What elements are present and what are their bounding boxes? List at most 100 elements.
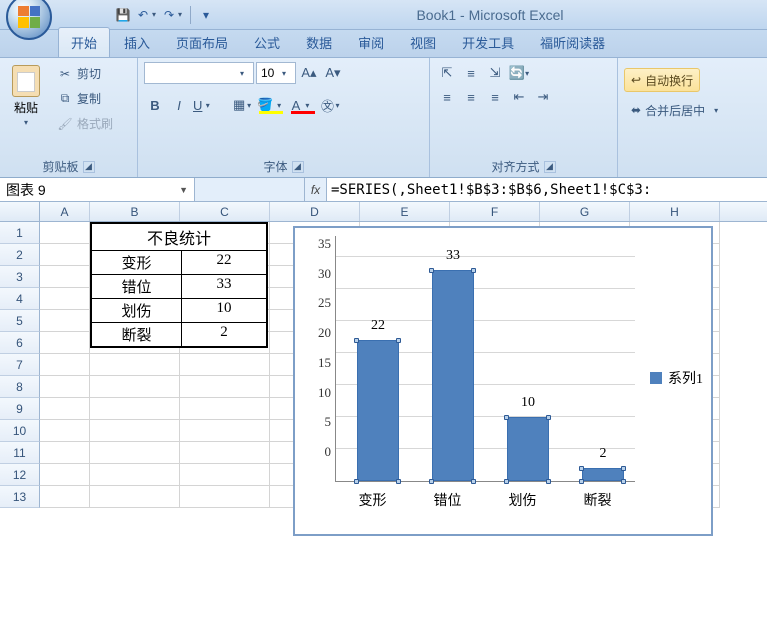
chevron-down-icon[interactable]: ▾ xyxy=(334,101,341,110)
chevron-down-icon[interactable]: ▾ xyxy=(709,106,723,115)
cell[interactable] xyxy=(40,486,90,508)
tab-pagelayout[interactable]: 页面布局 xyxy=(164,28,240,57)
cell[interactable] xyxy=(180,398,270,420)
italic-button[interactable]: I xyxy=(168,94,190,116)
chevron-down-icon[interactable]: ▾ xyxy=(148,10,160,19)
chart-bar[interactable] xyxy=(582,468,624,481)
cell[interactable] xyxy=(90,486,180,508)
row-header[interactable]: 4 xyxy=(0,288,40,310)
tab-developer[interactable]: 开发工具 xyxy=(450,28,526,57)
cell[interactable] xyxy=(90,376,180,398)
bold-button[interactable]: B xyxy=(144,94,166,116)
col-header[interactable]: A xyxy=(40,202,90,221)
chart-bar[interactable] xyxy=(507,417,549,481)
grow-font-button[interactable]: A▴ xyxy=(298,62,320,84)
chevron-down-icon[interactable]: ▾ xyxy=(174,10,186,19)
tab-review[interactable]: 审阅 xyxy=(346,28,396,57)
cell[interactable] xyxy=(180,464,270,486)
qat-redo[interactable]: ↷▾ xyxy=(164,4,186,26)
align-middle-button[interactable]: ≡ xyxy=(460,62,482,84)
cell[interactable] xyxy=(40,376,90,398)
font-name-combobox[interactable]: ▾ xyxy=(144,62,254,84)
embedded-chart[interactable]: 35302520151050 2233102 变形错位划伤断裂 系列1 xyxy=(293,226,713,536)
formula-input[interactable]: =SERIES(,Sheet1!$B$3:$B$6,Sheet1!$C$3: xyxy=(327,178,767,201)
col-header[interactable]: B xyxy=(90,202,180,221)
row-header[interactable]: 6 xyxy=(0,332,40,354)
wrap-text-button[interactable]: ↩自动换行 xyxy=(624,68,700,92)
paste-button[interactable]: 粘贴 ▾ xyxy=(6,62,46,130)
tab-foxit[interactable]: 福昕阅读器 xyxy=(528,28,617,57)
chart-bar[interactable] xyxy=(357,340,399,481)
chevron-down-icon[interactable]: ▾ xyxy=(202,101,213,110)
format-painter-button[interactable]: 🖌格式刷 xyxy=(52,112,118,135)
row-header[interactable]: 8 xyxy=(0,376,40,398)
row-header[interactable]: 9 xyxy=(0,398,40,420)
cell[interactable] xyxy=(90,464,180,486)
align-center-button[interactable]: ≡ xyxy=(460,86,482,108)
dialog-launcher-icon[interactable]: ◢ xyxy=(83,161,95,173)
chevron-down-icon[interactable]: ▾ xyxy=(273,101,285,110)
fx-icon[interactable]: fx xyxy=(305,178,327,201)
align-bottom-button[interactable]: ⇲ xyxy=(484,62,506,84)
col-header[interactable]: H xyxy=(630,202,720,221)
cell[interactable] xyxy=(40,222,90,244)
align-left-button[interactable]: ≡ xyxy=(436,86,458,108)
row-header[interactable]: 13 xyxy=(0,486,40,508)
chart-bar[interactable] xyxy=(432,270,474,481)
cell[interactable] xyxy=(180,486,270,508)
tab-data[interactable]: 数据 xyxy=(294,28,344,57)
col-header[interactable]: D xyxy=(270,202,360,221)
row-header[interactable]: 10 xyxy=(0,420,40,442)
chevron-down-icon[interactable]: ▾ xyxy=(525,69,529,78)
cell[interactable] xyxy=(180,376,270,398)
name-box[interactable]: 图表 9▼ xyxy=(0,178,195,201)
select-all-corner[interactable] xyxy=(0,202,40,221)
cell[interactable] xyxy=(40,310,90,332)
font-color-button[interactable]: A▾ xyxy=(288,94,318,116)
cell[interactable] xyxy=(40,244,90,266)
qat-save[interactable]: 💾 xyxy=(112,4,134,26)
row-header[interactable]: 3 xyxy=(0,266,40,288)
underline-button[interactable]: U▾ xyxy=(192,94,214,116)
tab-view[interactable]: 视图 xyxy=(398,28,448,57)
col-header[interactable]: G xyxy=(540,202,630,221)
qat-customize[interactable]: ▾ xyxy=(195,4,217,26)
cell[interactable] xyxy=(180,442,270,464)
decrease-indent-button[interactable]: ⇤ xyxy=(508,86,530,108)
row-header[interactable]: 11 xyxy=(0,442,40,464)
cell[interactable] xyxy=(40,288,90,310)
row-header[interactable]: 5 xyxy=(0,310,40,332)
dialog-launcher-icon[interactable]: ◢ xyxy=(544,161,556,173)
fill-color-button[interactable]: 🪣▾ xyxy=(256,94,286,116)
cell[interactable] xyxy=(40,464,90,486)
qat-undo[interactable]: ↶▾ xyxy=(138,4,160,26)
font-size-combobox[interactable]: 10▾ xyxy=(256,62,296,84)
row-header[interactable]: 1 xyxy=(0,222,40,244)
phonetic-button[interactable]: ㉆▾ xyxy=(320,94,342,116)
cell[interactable] xyxy=(90,398,180,420)
increase-indent-button[interactable]: ⇥ xyxy=(532,86,554,108)
row-header[interactable]: 2 xyxy=(0,244,40,266)
orientation-button[interactable]: 🔄▾ xyxy=(508,62,530,84)
tab-insert[interactable]: 插入 xyxy=(112,28,162,57)
chevron-down-icon[interactable]: ▾ xyxy=(300,101,314,110)
dialog-launcher-icon[interactable]: ◢ xyxy=(292,161,304,173)
borders-button[interactable]: ▦▾ xyxy=(232,94,254,116)
shrink-font-button[interactable]: A▾ xyxy=(322,62,344,84)
worksheet-grid[interactable]: A B C D E F G H 12345678910111213 不良统计 变… xyxy=(0,202,767,508)
cell[interactable] xyxy=(90,354,180,376)
cell[interactable] xyxy=(90,420,180,442)
chevron-down-icon[interactable]: ▾ xyxy=(245,101,253,110)
cell[interactable] xyxy=(40,332,90,354)
chevron-down-icon[interactable]: ▼ xyxy=(179,185,188,195)
chart-legend[interactable]: 系列1 xyxy=(650,368,703,388)
plot-area[interactable]: 2233102 xyxy=(335,236,635,482)
cut-button[interactable]: ✂剪切 xyxy=(52,62,118,85)
cell[interactable] xyxy=(180,420,270,442)
row-header[interactable]: 7 xyxy=(0,354,40,376)
cell[interactable] xyxy=(40,398,90,420)
cell[interactable] xyxy=(180,354,270,376)
align-right-button[interactable]: ≡ xyxy=(484,86,506,108)
chevron-down-icon[interactable]: ▾ xyxy=(19,118,33,127)
cell[interactable] xyxy=(90,442,180,464)
